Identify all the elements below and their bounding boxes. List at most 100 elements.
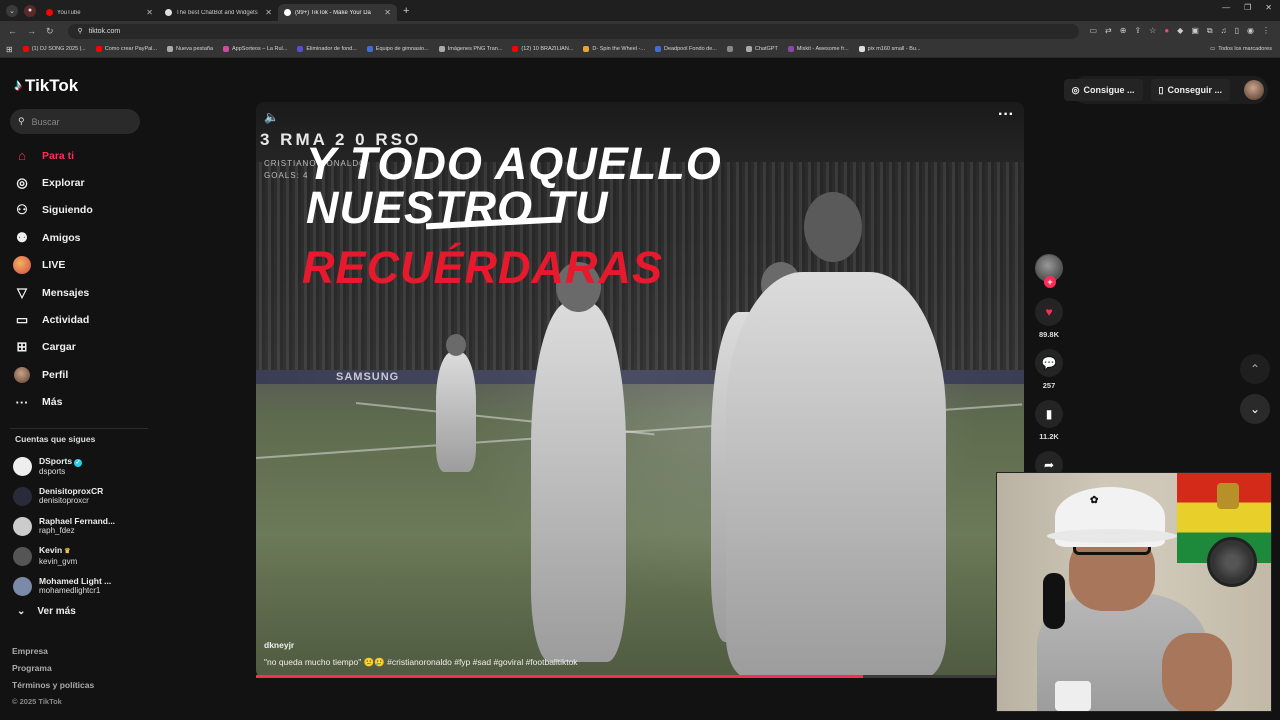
puzzle-icon[interactable]: ⧉ — [1207, 26, 1213, 36]
zoom-icon[interactable]: ⊕ — [1120, 26, 1127, 36]
phone-icon: ▯ — [1158, 84, 1164, 95]
chevron-up-icon: ⌃ — [1249, 362, 1261, 376]
tab-close-icon[interactable]: ✕ — [384, 8, 391, 17]
more-options-icon[interactable]: ··· — [998, 106, 1014, 124]
like-button[interactable]: ♥ — [1035, 298, 1063, 326]
search-input[interactable]: ⚲ Buscar — [10, 109, 140, 134]
sidebar-item-cargar[interactable]: ⊞ Cargar — [12, 334, 93, 361]
footer-link[interactable]: Términos y políticas — [12, 680, 94, 697]
sidebar-item-mensajes[interactable]: ▽ Mensajes — [12, 279, 93, 306]
tab-close-icon[interactable]: ✕ — [265, 8, 272, 17]
bookmark-item[interactable]: Como crear PayPal... — [95, 46, 157, 52]
extension-icon[interactable]: ◆ — [1177, 26, 1183, 36]
footer-link[interactable]: Empresa — [12, 646, 94, 663]
bookmark-item[interactable]: AppSorteos – La Rul... — [223, 46, 287, 52]
video-player[interactable]: SAMSUNG 3 RMA 2 0 RSO CRISTIANO RONALDO … — [256, 102, 1024, 678]
tiktok-logo[interactable]: ♪ TikTok — [14, 76, 78, 96]
browser-tab[interactable]: YouTube ✕ — [40, 4, 159, 21]
player-figure — [726, 272, 946, 678]
bookmark-item[interactable]: Equipo de gimnasio... — [366, 46, 429, 52]
extension-icon[interactable]: ● — [1164, 26, 1169, 36]
close-window-icon[interactable]: ✕ — [1265, 3, 1272, 12]
bookmark-item[interactable]: D- Spin the Wheel -... — [583, 46, 645, 52]
bookmark-item[interactable]: Eliminador de fond... — [297, 46, 357, 52]
following-account[interactable]: DSports ✓ dsports — [13, 451, 138, 481]
tab-close-icon[interactable]: ✕ — [146, 8, 153, 17]
apps-icon[interactable]: ⊞ — [6, 45, 13, 54]
webcam-overlay: ✿ — [996, 472, 1272, 712]
bookmark-item[interactable]: ChatGPT — [745, 46, 778, 52]
sidebar-item-para-ti[interactable]: ⌂ Para ti — [12, 142, 93, 169]
sidebar-item-perfil[interactable]: Perfil — [12, 361, 93, 388]
comment-button[interactable]: 💬 — [1035, 349, 1063, 377]
get-app-button[interactable]: ▯ Conseguir ... — [1150, 79, 1230, 101]
bookmark-item[interactable]: (12) 10 BRAZILIAN... — [512, 46, 573, 52]
sidebar-item-label: LIVE — [42, 259, 66, 272]
tiktok-note-icon: ♪ — [14, 77, 22, 94]
sidepanel-icon[interactable]: ▯ — [1235, 26, 1239, 36]
bookmark-item[interactable]: pix m160 small - Bu... — [858, 46, 921, 52]
favicon-icon — [284, 9, 291, 16]
following-icon: ⚇ — [16, 202, 28, 218]
new-tab-button[interactable]: + — [403, 5, 409, 17]
account-handle: denisitoproxcr — [39, 496, 89, 505]
browser-tab[interactable]: The best ChatBot and Widgets ✕ — [159, 4, 278, 21]
save-button[interactable]: ▮ — [1035, 400, 1063, 428]
bookmark-item[interactable] — [726, 46, 736, 52]
next-video-button[interactable]: ⌄ — [1240, 394, 1270, 424]
bookmark-star-icon[interactable]: ☆ — [1149, 26, 1156, 36]
bookmark-item[interactable]: Imágenes PNG Tran... — [438, 46, 502, 52]
follow-plus-icon[interactable]: + — [1044, 276, 1056, 288]
following-account[interactable]: Kevin ♛ kevin_gvm — [13, 541, 138, 571]
video-progress-bar[interactable] — [256, 675, 996, 678]
video-author[interactable]: dkneyjr — [264, 640, 294, 650]
creator-avatar[interactable]: + — [1035, 254, 1063, 288]
account-avatar-icon[interactable]: ◉ — [1247, 26, 1254, 36]
following-account[interactable]: Raphael Fernand... raph_fdez — [13, 511, 138, 541]
footer-link[interactable]: Programa — [12, 663, 94, 680]
extension-icon[interactable]: ▣ — [1191, 26, 1199, 36]
following-account[interactable]: Mohamed Light ... mohamedlightcr1 — [13, 571, 138, 601]
bookmark-item[interactable]: Deadpool Fondo de... — [654, 46, 717, 52]
activity-icon: ▭ — [15, 312, 29, 328]
profile-icon[interactable]: ● — [24, 4, 36, 17]
minimize-icon[interactable]: — — [1222, 3, 1230, 12]
browser-tab[interactable]: (99+) TikTok - Make Your Da ✕ — [278, 4, 397, 21]
profile-icon — [12, 365, 32, 385]
tab-search-icon[interactable]: ⌄ — [6, 4, 18, 17]
media-icon[interactable]: ♫ — [1221, 26, 1227, 36]
player-head — [446, 334, 466, 356]
account-name: Kevin — [39, 545, 63, 555]
site-info-icon[interactable]: ⚲ — [78, 27, 83, 35]
bookmark-item[interactable]: (1) DJ SONG 2025 |... — [22, 46, 86, 52]
bookmark-label: (12) 10 BRAZILIAN... — [521, 46, 574, 52]
sidebar-item-actividad[interactable]: ▭ Actividad — [12, 306, 93, 333]
share-icon[interactable]: ⇪ — [1134, 26, 1141, 36]
maximize-icon[interactable]: ❐ — [1244, 3, 1251, 12]
volume-icon[interactable]: 🔈 — [264, 110, 279, 124]
sidebar-item-m-s[interactable]: ··· Más — [12, 389, 93, 416]
back-icon[interactable]: ← — [8, 26, 17, 37]
forward-icon[interactable]: → — [27, 26, 36, 37]
url-bar[interactable]: ⚲ tiktok.com — [67, 23, 1080, 39]
sidebar-item-siguiendo[interactable]: ⚇ Siguiendo — [12, 197, 93, 224]
sidebar-item-explorar[interactable]: ◎ Explorar — [12, 169, 93, 196]
bookmark-item[interactable]: Nueva pestaña — [167, 46, 213, 52]
user-avatar[interactable] — [1244, 80, 1264, 100]
translate-icon[interactable]: ⇄ — [1105, 26, 1112, 36]
bookmark-favicon-icon — [726, 46, 733, 52]
see-more-button[interactable]: ⌄ Ver más — [17, 606, 76, 617]
favicon-icon — [46, 9, 53, 16]
all-bookmarks[interactable]: ▭ Todos los marcadores — [1210, 46, 1272, 52]
menu-kebab-icon[interactable]: ⋮ — [1262, 26, 1270, 36]
following-account[interactable]: DenisitoproxCR denisitoproxcr — [13, 481, 138, 511]
previous-video-button[interactable]: ⌃ — [1240, 354, 1270, 384]
bookmark-item[interactable]: Mixkit - Awesome fr... — [787, 46, 849, 52]
sidebar-item-amigos[interactable]: ⚉ Amigos — [12, 224, 93, 251]
sidebar-item-live[interactable]: LIVE — [12, 252, 93, 279]
bookmark-favicon-icon — [223, 46, 229, 52]
cast-icon[interactable]: ▭ — [1089, 26, 1097, 36]
like-count: 89.8K — [1038, 330, 1059, 339]
get-coins-button[interactable]: ◎ Consigue ... — [1063, 79, 1143, 101]
reload-icon[interactable]: ↻ — [46, 26, 54, 37]
